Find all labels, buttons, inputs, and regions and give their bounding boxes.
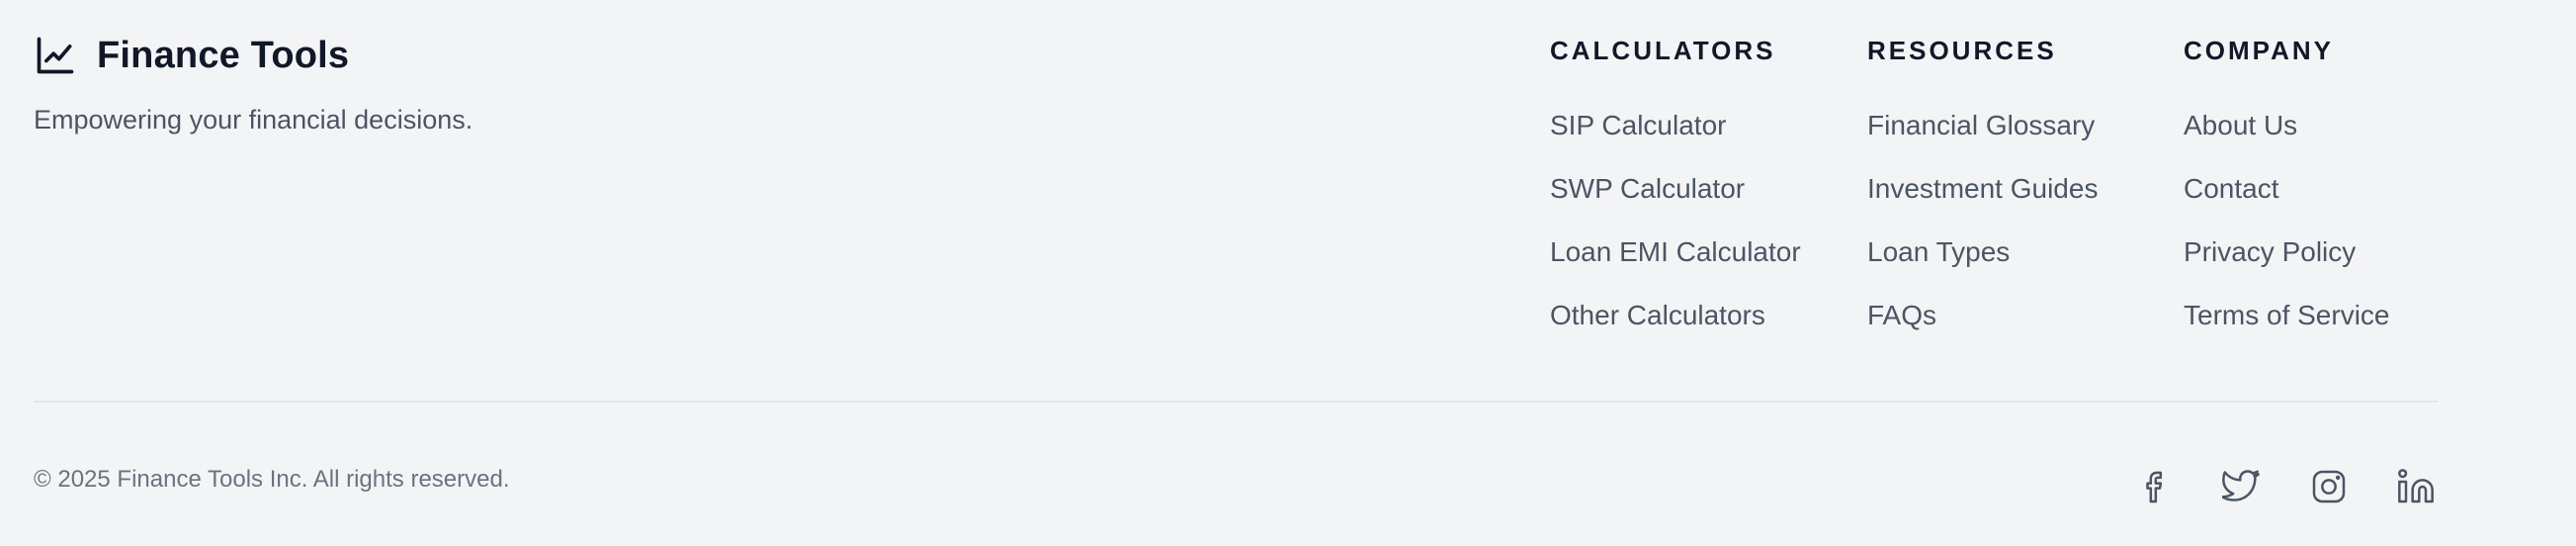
footer-link-investment-guides[interactable]: Investment Guides: [1867, 172, 2098, 206]
footer-link-financial-glossary[interactable]: Financial Glossary: [1867, 109, 2098, 142]
copyright-text: © 2025 Finance Tools Inc. All rights res…: [34, 466, 510, 493]
instagram-icon[interactable]: [2307, 465, 2351, 508]
footer-link-about-us[interactable]: About Us: [2184, 109, 2390, 142]
site-footer: Finance Tools Empowering your financial …: [34, 0, 2438, 546]
footer-link-sip-calculator[interactable]: SIP Calculator: [1550, 109, 1801, 142]
footer-column-calculators: CALCULATORS SIP Calculator SWP Calculato…: [1550, 34, 1801, 396]
column-title: RESOURCES: [1867, 36, 2057, 65]
footer-link-faqs[interactable]: FAQs: [1867, 299, 2098, 332]
link-list: Financial Glossary Investment Guides Loa…: [1867, 110, 2098, 396]
linkedin-icon[interactable]: [2394, 465, 2438, 508]
footer-link-loan-types[interactable]: Loan Types: [1867, 235, 2098, 269]
brand-tagline: Empowering your financial decisions.: [34, 105, 473, 135]
footer-link-contact[interactable]: Contact: [2184, 172, 2390, 206]
footer-link-terms-of-service[interactable]: Terms of Service: [2184, 299, 2390, 332]
link-list: About Us Contact Privacy Policy Terms of…: [2184, 110, 2390, 396]
footer-column-resources: RESOURCES Financial Glossary Investment …: [1867, 34, 2098, 396]
brand-title: Finance Tools: [97, 34, 350, 76]
brand[interactable]: Finance Tools: [34, 34, 349, 77]
footer-link-swp-calculator[interactable]: SWP Calculator: [1550, 172, 1801, 206]
line-chart-icon: [34, 34, 77, 77]
column-title: CALCULATORS: [1550, 36, 1776, 65]
footer-divider: [34, 401, 2438, 403]
footer-link-other-calculators[interactable]: Other Calculators: [1550, 299, 1801, 332]
link-list: SIP Calculator SWP Calculator Loan EMI C…: [1550, 110, 1801, 396]
footer-link-privacy-policy[interactable]: Privacy Policy: [2184, 235, 2390, 269]
social-links: [2133, 465, 2438, 508]
footer-column-company: COMPANY About Us Contact Privacy Policy …: [2184, 34, 2390, 396]
footer-link-loan-emi-calculator[interactable]: Loan EMI Calculator: [1550, 235, 1801, 269]
column-title: COMPANY: [2184, 36, 2334, 65]
twitter-icon[interactable]: [2220, 465, 2264, 508]
facebook-icon[interactable]: [2133, 465, 2177, 508]
